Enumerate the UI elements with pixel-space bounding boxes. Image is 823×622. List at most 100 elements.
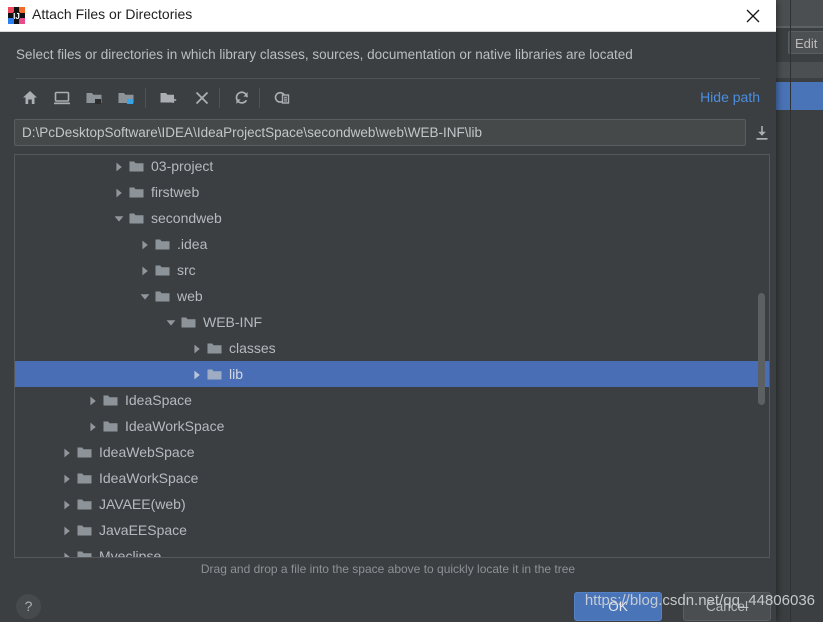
folder-project-icon[interactable]	[80, 84, 108, 112]
tree-item-label: JAVAEE(web)	[99, 496, 186, 512]
chevron-right-icon[interactable]	[111, 179, 127, 205]
help-button[interactable]: ?	[16, 594, 41, 619]
dialog-description: Select files or directories in which lib…	[16, 47, 633, 62]
tree-item-label: IdeaWorkSpace	[99, 470, 199, 486]
ide-toolbar-strip	[776, 0, 823, 26]
path-field-row	[0, 116, 776, 150]
svg-text:IJ: IJ	[13, 12, 20, 21]
folder-icon	[101, 387, 123, 413]
tree-row[interactable]: IdeaSpace	[15, 387, 769, 413]
tree-item-label: IdeaWebSpace	[99, 444, 195, 460]
folder-icon	[127, 155, 149, 179]
folder-icon	[75, 465, 97, 491]
tree-row[interactable]: IdeaWorkSpace	[15, 465, 769, 491]
toolbar-separator-2	[219, 88, 220, 108]
file-tree-panel[interactable]: 03-project firstweb secondweb .idea src web WE…	[14, 154, 770, 558]
tree-row[interactable]: secondweb	[15, 205, 769, 231]
path-input[interactable]	[14, 119, 746, 146]
tree-row[interactable]: IdeaWorkSpace	[15, 413, 769, 439]
ide-toolbar-divider	[776, 26, 823, 28]
tree-item-label: IdeaSpace	[125, 392, 192, 408]
chevron-right-icon[interactable]	[137, 231, 153, 257]
tree-item-label: Myeclipse	[99, 548, 162, 558]
delete-icon[interactable]	[188, 84, 216, 112]
tree-item-label: WEB-INF	[203, 314, 263, 330]
tree-row[interactable]: WEB-INF	[15, 309, 769, 335]
ide-table-header-strip	[776, 62, 823, 78]
folder-icon	[153, 283, 175, 309]
attach-files-dialog: IJ Attach Files or Directories Select fi…	[0, 0, 776, 622]
hide-path-link[interactable]: Hide path	[700, 89, 760, 105]
collapse-down-icon[interactable]	[753, 124, 771, 142]
desktop-icon[interactable]	[48, 84, 76, 112]
chevron-right-icon[interactable]	[111, 155, 127, 179]
ide-vertical-divider	[790, 0, 791, 622]
chevron-right-icon[interactable]	[59, 439, 75, 465]
tree-row[interactable]: .idea	[15, 231, 769, 257]
chevron-right-icon[interactable]	[85, 413, 101, 439]
dialog-titlebar: IJ Attach Files or Directories	[0, 0, 776, 32]
new-folder-icon[interactable]	[154, 84, 182, 112]
folder-icon	[179, 309, 201, 335]
chevron-right-icon[interactable]	[59, 517, 75, 543]
chevron-right-icon[interactable]	[137, 257, 153, 283]
tree-row[interactable]: lib	[15, 361, 769, 387]
chevron-right-icon[interactable]	[189, 361, 205, 387]
folder-icon	[127, 179, 149, 205]
chevron-down-icon[interactable]	[111, 205, 127, 231]
folder-icon	[127, 205, 149, 231]
folder-icon	[205, 335, 227, 361]
chevron-right-icon[interactable]	[85, 387, 101, 413]
tree-row[interactable]: IdeaWebSpace	[15, 439, 769, 465]
file-tree-list: 03-project firstweb secondweb .idea src web WE…	[15, 155, 769, 558]
tree-item-label: 03-project	[151, 158, 214, 174]
tree-row[interactable]: web	[15, 283, 769, 309]
chevron-right-icon[interactable]	[189, 335, 205, 361]
tree-row[interactable]: 03-project	[15, 155, 769, 179]
tree-item-label: firstweb	[151, 184, 200, 200]
folder-icon	[153, 257, 175, 283]
close-icon[interactable]	[730, 0, 776, 31]
folder-icon	[75, 517, 97, 543]
ide-selected-row[interactable]	[776, 82, 823, 110]
tree-row[interactable]: JavaEESpace	[15, 517, 769, 543]
chevron-right-icon[interactable]	[59, 491, 75, 517]
tree-item-label: src	[177, 262, 196, 278]
tree-item-label: lib	[229, 366, 244, 382]
intellij-idea-logo-icon: IJ	[8, 7, 25, 24]
chevron-down-icon[interactable]	[137, 283, 153, 309]
home-icon[interactable]	[16, 84, 44, 112]
description-divider	[16, 78, 760, 79]
tree-item-label: classes	[229, 340, 276, 356]
ide-edit-button[interactable]: Edit	[788, 31, 823, 54]
cancel-button[interactable]: Cancel	[683, 592, 771, 621]
tree-row[interactable]: src	[15, 257, 769, 283]
folder-module-icon[interactable]	[112, 84, 140, 112]
folder-icon	[75, 491, 97, 517]
tree-scrollbar-track[interactable]	[755, 155, 767, 557]
tree-row[interactable]: classes	[15, 335, 769, 361]
show-hidden-icon[interactable]	[268, 84, 296, 112]
tree-item-label: .idea	[177, 236, 208, 252]
drag-drop-hint: Drag and drop a file into the space abov…	[200, 562, 576, 576]
ok-button[interactable]: OK	[574, 592, 662, 621]
tree-row[interactable]: firstweb	[15, 179, 769, 205]
chevron-right-icon[interactable]	[59, 465, 75, 491]
folder-icon	[75, 439, 97, 465]
tree-item-label: secondweb	[151, 210, 222, 226]
tree-item-label: web	[177, 288, 203, 304]
dialog-title: Attach Files or Directories	[32, 6, 193, 22]
chevron-right-icon[interactable]	[59, 543, 75, 557]
dialog-toolbar: Hide path	[0, 80, 776, 116]
toolbar-separator-3	[259, 88, 260, 108]
toolbar-separator	[145, 88, 146, 108]
refresh-icon[interactable]	[228, 84, 256, 112]
chevron-down-icon[interactable]	[163, 309, 179, 335]
folder-icon	[153, 231, 175, 257]
folder-icon	[205, 361, 227, 387]
folder-icon	[75, 543, 97, 557]
tree-scrollbar-thumb[interactable]	[758, 293, 765, 405]
tree-row[interactable]: Myeclipse	[15, 543, 769, 558]
tree-row[interactable]: JAVAEE(web)	[15, 491, 769, 517]
tree-item-label: IdeaWorkSpace	[125, 418, 225, 434]
